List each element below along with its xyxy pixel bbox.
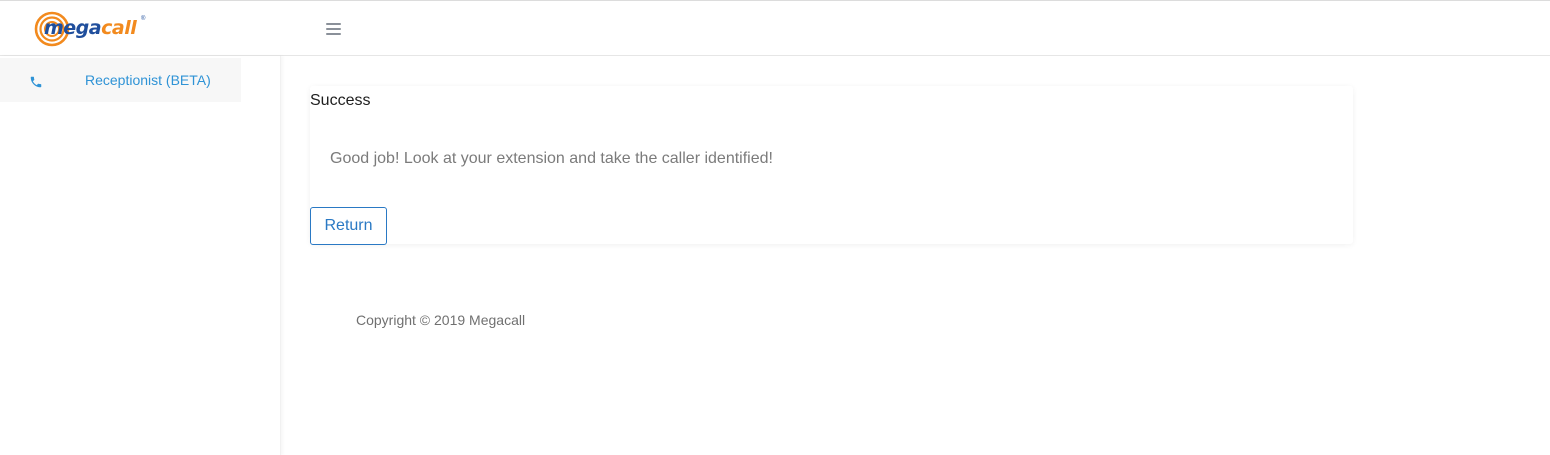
sidebar-item-label: Receptionist (BETA) bbox=[85, 72, 211, 88]
hamburger-menu-icon[interactable] bbox=[326, 22, 341, 36]
logo-wordmark: megacall bbox=[44, 17, 137, 39]
top-bar: megacall ® bbox=[0, 0, 1550, 56]
logo-registered-mark: ® bbox=[141, 16, 146, 22]
success-message: Good job! Look at your extension and tak… bbox=[330, 150, 773, 167]
sidebar: Receptionist (BETA) bbox=[0, 56, 281, 455]
logo-text-call: call bbox=[101, 17, 137, 39]
success-card: Success Good job! Look at your extension… bbox=[310, 86, 1353, 245]
megacall-logo[interactable]: megacall ® bbox=[34, 11, 154, 47]
logo-text-mega: mega bbox=[44, 17, 102, 39]
return-button[interactable]: Return bbox=[310, 207, 387, 245]
phone-icon bbox=[30, 76, 42, 88]
footer-copyright: Copyright © 2019 Megacall bbox=[356, 312, 526, 328]
card-title: Success bbox=[310, 92, 371, 109]
sidebar-item-receptionist[interactable]: Receptionist (BETA) bbox=[0, 58, 241, 102]
